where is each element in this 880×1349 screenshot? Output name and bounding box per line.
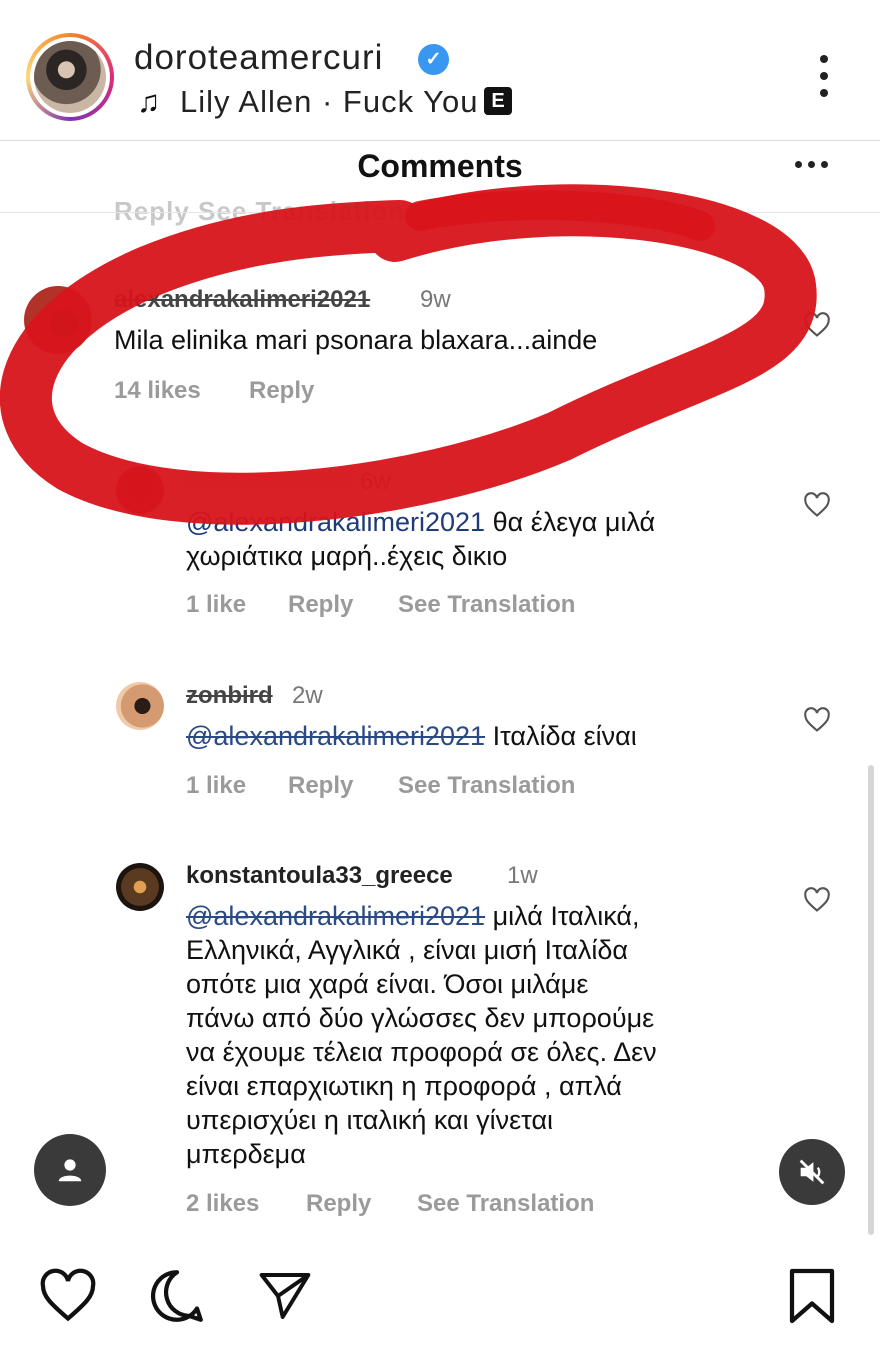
mention-link[interactable]: @alexandrakalimeri2021	[186, 507, 485, 537]
avatar[interactable]	[24, 286, 92, 354]
bookmark-icon[interactable]	[787, 1266, 837, 1326]
explicit-badge: E	[484, 87, 512, 115]
comment-text: @alexandrakalimeri2021 θα έλεγα μιλά χωρ…	[186, 505, 806, 573]
reply-button[interactable]: Reply	[306, 1190, 371, 1218]
comment-text-line: είναι επαρχιωτικη η προφορά , απλά	[186, 1071, 622, 1101]
comment-text: @alexandrakalimeri2021 μιλά Ιταλικά, Ελλ…	[186, 899, 806, 1171]
heart-icon[interactable]	[38, 1268, 98, 1324]
avatar[interactable]	[116, 682, 164, 730]
user-icon	[58, 1159, 82, 1182]
user-tag-button[interactable]	[34, 1134, 106, 1206]
comment-text: @alexandrakalimeri2021 Ιταλίδα είναι	[186, 719, 637, 753]
mention-link[interactable]: @alexandrakalimeri2021	[186, 901, 485, 931]
comment-text-line: μπερδεμα	[186, 1139, 306, 1169]
see-translation-button[interactable]: See Translation	[398, 772, 575, 800]
music-icon: ♫	[137, 84, 161, 119]
comment-text-line: υπερισχύει η ιταλική και γίνεται	[186, 1105, 554, 1135]
comment-text-line: πάνω από δύο γλώσσες δεν μπορούμε	[186, 1003, 655, 1033]
see-translation-button[interactable]: See Translation	[417, 1190, 594, 1218]
comment-text-line: Ιταλίδα είναι	[485, 721, 637, 751]
see-translation-button[interactable]: See Translation	[398, 591, 575, 619]
likes-count[interactable]: 1 like	[186, 772, 246, 800]
comment-icon[interactable]	[146, 1266, 208, 1326]
song-title[interactable]: Lily Allen · Fuck You	[180, 84, 478, 120]
avatar[interactable]	[116, 863, 164, 911]
divider	[0, 212, 880, 213]
mute-button[interactable]	[779, 1139, 845, 1205]
heart-icon[interactable]	[803, 492, 831, 518]
mute-icon	[799, 1159, 825, 1185]
profile-username[interactable]: doroteamercuri	[134, 38, 383, 78]
comment-text-line: να έχουμε τέλεια προφορά σε όλες. Δεν	[186, 1037, 657, 1067]
scrollbar[interactable]	[868, 765, 874, 1235]
comment-username[interactable]: konstantoula33_greece	[186, 862, 453, 890]
comment-time: 9w	[420, 286, 451, 313]
divider	[0, 140, 880, 141]
comment-text-line: θα έλεγα μιλά	[485, 507, 656, 537]
comment-username[interactable]: alexandrakalimeri2021	[114, 286, 370, 314]
heart-icon[interactable]	[803, 312, 831, 338]
reply-button[interactable]: Reply	[249, 377, 314, 405]
reply-button[interactable]: Reply	[288, 591, 353, 619]
mention-link[interactable]: @alexandrakalimeri2021	[186, 721, 485, 751]
comment-text: Mila elinika mari psonara blaxara...aind…	[114, 325, 598, 355]
comment-username[interactable]: zonbird	[186, 682, 273, 710]
profile-avatar[interactable]	[26, 33, 114, 121]
comment-text-line: οπότε μια χαρά είναι. Όσοι μιλάμε	[186, 969, 589, 999]
page-title: Comments	[357, 148, 523, 184]
share-icon[interactable]	[255, 1268, 315, 1324]
heart-icon[interactable]	[803, 887, 831, 913]
likes-count[interactable]: 2 likes	[186, 1190, 259, 1218]
comments-more-icon[interactable]	[795, 161, 835, 171]
comment-text-line: μιλά Ιταλικά,	[485, 901, 640, 931]
more-icon[interactable]	[820, 55, 830, 103]
comment-text-line: χωριάτικα μαρή..έχεις δικιο	[186, 541, 508, 571]
comment-time: 2w	[292, 682, 323, 709]
comment-text-line: Ελληνικά, Αγγλικά , είναι μισή Ιταλίδα	[186, 935, 629, 965]
comment-time: 1w	[507, 862, 538, 889]
likes-count[interactable]: 14 likes	[114, 377, 201, 405]
comment-time: 6w	[360, 468, 391, 495]
verified-icon: ✓	[418, 44, 449, 75]
heart-icon[interactable]	[803, 707, 831, 733]
avatar[interactable]	[116, 466, 164, 514]
comment-username-redacted	[186, 474, 352, 488]
reply-button[interactable]: Reply	[288, 772, 353, 800]
likes-count[interactable]: 1 like	[186, 591, 246, 619]
